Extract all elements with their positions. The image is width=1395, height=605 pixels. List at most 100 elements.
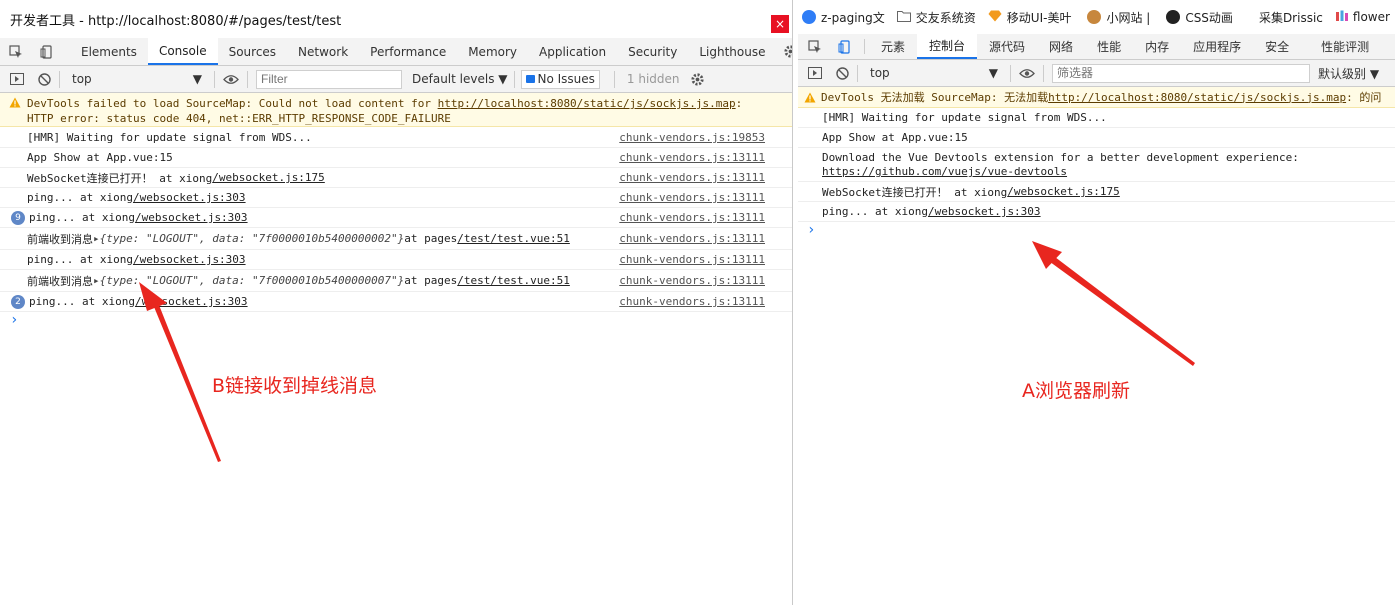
filter-input[interactable]: [256, 69, 402, 89]
bookmark-item[interactable]: 移动UI-美叶: [988, 9, 1072, 26]
right-devtools-window: z-paging文 交友系统资 移动UI-美叶 小网站 | CSS动画 采集Dr…: [798, 0, 1395, 605]
bookmark-label: z-paging文: [821, 10, 885, 25]
tab-console[interactable]: 控制台: [917, 34, 978, 59]
clear-console-icon[interactable]: [38, 72, 51, 86]
inline-source-link[interactable]: /websocket.js:303: [928, 205, 1041, 218]
annotation-label-b: B链接收到掉线消息: [212, 375, 378, 397]
tab-sources[interactable]: Sources: [218, 38, 287, 65]
inline-source-link[interactable]: /websocket.js:303: [133, 191, 246, 204]
tab-network[interactable]: Network: [287, 38, 359, 65]
object-preview[interactable]: ▸{type: "LOGOUT", data: "7f0000010b54000…: [93, 232, 404, 245]
source-link[interactable]: chunk-vendors.js:13111: [619, 295, 765, 308]
clear-console-icon[interactable]: [836, 66, 849, 80]
source-link[interactable]: chunk-vendors.js:13111: [619, 171, 765, 184]
issues-label: No Issues: [537, 72, 595, 86]
inline-source-link[interactable]: /test/test.vue:51: [457, 232, 570, 245]
filter-input[interactable]: [1052, 63, 1310, 83]
sourcemap-warning: DevTools failed to load SourceMap: Could…: [0, 93, 792, 127]
inspect-element-icon[interactable]: [0, 38, 32, 65]
source-link[interactable]: chunk-vendors.js:13111: [619, 151, 765, 164]
bookmark-item[interactable]: flower: [1335, 10, 1390, 25]
warning-detail: HTTP error: status code 404, net::ERR_HT…: [27, 112, 451, 125]
source-link[interactable]: chunk-vendors.js:13111: [619, 253, 765, 266]
context-selector[interactable]: top ▼: [866, 66, 1002, 80]
context-selector-value: top: [72, 72, 92, 86]
inline-source-link[interactable]: /websocket.js:303: [135, 295, 248, 308]
tab-application[interactable]: Application: [528, 38, 617, 65]
hidden-count: 1 hidden: [626, 72, 680, 86]
bookmark-label: 采集Drissic: [1258, 10, 1323, 25]
source-link[interactable]: chunk-vendors.js:13111: [619, 191, 765, 204]
console-message-text: [HMR] Waiting for update signal from WDS…: [822, 111, 1107, 124]
console-settings-gear-icon[interactable]: [690, 72, 705, 87]
eye-icon[interactable]: [223, 74, 239, 85]
bookmark-item[interactable]: 采集Drissic: [1259, 9, 1323, 26]
bookmark-item[interactable]: CSS动画: [1162, 9, 1233, 26]
tab-security[interactable]: 安全: [1253, 34, 1301, 59]
inspect-element-icon[interactable]: [798, 34, 830, 59]
bookmark-item[interactable]: z-paging文: [798, 9, 885, 26]
console-message-text: ping... at xiong: [27, 191, 133, 204]
bookmark-item[interactable]: 小网站 |: [1083, 9, 1150, 26]
console-prompt[interactable]: ›: [807, 222, 815, 238]
tab-performance[interactable]: 性能: [1085, 34, 1133, 59]
source-link[interactable]: chunk-vendors.js:13111: [619, 211, 765, 224]
tab-sources[interactable]: 源代码: [977, 34, 1037, 59]
tab-application[interactable]: 应用程序: [1181, 34, 1253, 59]
tab-lighthouse[interactable]: 性能评测: [1301, 34, 1381, 59]
warning-text-suffix: : 的问: [1346, 91, 1382, 104]
log-levels-dropdown[interactable]: 默认级别 ▼: [1318, 65, 1379, 82]
sidebar-toggle-icon[interactable]: [808, 67, 822, 79]
tab-memory[interactable]: Memory: [457, 38, 528, 65]
gear-icon[interactable]: [777, 38, 792, 65]
bookmark-item[interactable]: 交友系统资: [896, 9, 976, 26]
left-panel-tabs: Elements Console Sources Network Perform…: [0, 38, 792, 66]
inline-source-link[interactable]: /test/test.vue:51: [457, 274, 570, 287]
tab-memory[interactable]: 内存: [1133, 34, 1181, 59]
warning-text: DevTools failed to load SourceMap: Could…: [27, 97, 438, 110]
tab-elements[interactable]: Elements: [70, 38, 148, 65]
eye-icon[interactable]: [1019, 68, 1035, 79]
bookmark-favicon-icon: [802, 10, 816, 24]
console-message: Download the Vue Devtools extension for …: [798, 148, 1395, 182]
tab-network[interactable]: 网络: [1037, 34, 1085, 59]
right-console-output: DevTools 无法加载 SourceMap: 无法加载 http://loc…: [798, 87, 1395, 605]
issues-icon: [525, 75, 535, 83]
tab-security[interactable]: Security: [617, 38, 688, 65]
bookmark-label: 移动UI-美叶: [1006, 10, 1072, 25]
device-toolbar-icon[interactable]: [32, 38, 62, 65]
vue-devtools-link[interactable]: https://github.com/vuejs/vue-devtools: [822, 165, 1395, 179]
tab-elements[interactable]: 元素: [869, 34, 917, 59]
close-button[interactable]: ×: [771, 15, 789, 33]
source-link[interactable]: chunk-vendors.js:13111: [619, 232, 765, 245]
console-message: App Show at App.vue:15: [798, 128, 1395, 148]
tab-performance[interactable]: Performance: [359, 38, 457, 65]
chevron-down-icon: ▼: [988, 66, 998, 80]
console-message-text: at pages: [404, 232, 458, 245]
console-prompt[interactable]: ›: [10, 312, 18, 328]
sidebar-toggle-icon[interactable]: [10, 73, 24, 85]
console-message-text: ping... at xiong: [822, 205, 928, 218]
inline-source-link[interactable]: /websocket.js:175: [1007, 185, 1120, 198]
inline-source-link[interactable]: /websocket.js:303: [135, 211, 248, 224]
console-message-text: ping... at xiong: [29, 211, 135, 224]
context-selector[interactable]: top ▼: [68, 72, 206, 86]
sourcemap-link[interactable]: http://localhost:8080/static/js/sockjs.j…: [1048, 91, 1346, 104]
console-message: [HMR] Waiting for update signal from WDS…: [798, 108, 1395, 128]
source-link[interactable]: chunk-vendors.js:19853: [619, 131, 765, 144]
inline-source-link[interactable]: /websocket.js:175: [212, 171, 325, 184]
source-link[interactable]: chunk-vendors.js:13111: [619, 274, 765, 287]
sourcemap-link[interactable]: http://localhost:8080/static/js/sockjs.j…: [438, 97, 736, 110]
log-levels-dropdown[interactable]: Default levels ▼: [412, 72, 508, 86]
tab-lighthouse[interactable]: Lighthouse: [688, 38, 776, 65]
toolbar-divider: [857, 64, 858, 82]
toolbar-divider: [247, 70, 248, 88]
inline-source-link[interactable]: /websocket.js:303: [133, 253, 246, 266]
issues-button[interactable]: No Issues: [520, 69, 600, 89]
left-window-title: 开发者工具 - http://localhost:8080/#/pages/te…: [10, 13, 342, 29]
bookmark-favicon-icon: [1087, 10, 1102, 24]
console-message: ping... at xiong /websocket.js:303: [798, 202, 1395, 222]
device-toolbar-icon[interactable]: [830, 34, 860, 59]
tab-console[interactable]: Console: [147, 38, 218, 65]
object-preview[interactable]: ▸{type: "LOGOUT", data: "7f0000010b54000…: [93, 274, 404, 287]
